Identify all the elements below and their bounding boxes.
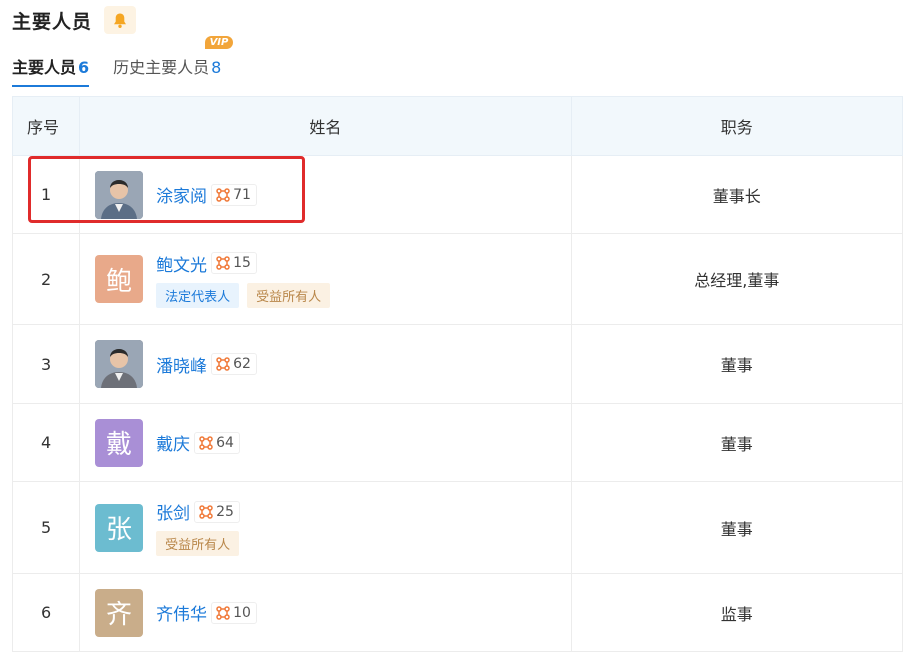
tab-bar: 主要人员 6 历史主要人员 8 VIP: [12, 36, 245, 87]
row-index: 6: [11, 573, 81, 652]
section-header: 主要人员: [12, 6, 137, 34]
table-row: 4 戴戴庆 64 董事: [11, 403, 904, 482]
name-cell: 鲍鲍文光 15 法定代表人 受益所有人: [79, 233, 572, 325]
role-cell: 董事: [570, 324, 904, 404]
network-relation-icon: [216, 357, 230, 371]
table-row: 1 涂家阅 71 董事长: [11, 155, 904, 234]
person-name-link[interactable]: 张剑: [156, 499, 190, 524]
person-info: 潘晓峰 62: [156, 352, 257, 377]
relation-count-badge[interactable]: 62: [211, 353, 257, 375]
name-cell: 齐齐伟华 10: [79, 573, 572, 652]
tab-label: 主要人员: [12, 58, 77, 77]
tab-key-personnel[interactable]: 主要人员 6: [12, 54, 90, 87]
vip-badge: VIP: [204, 36, 234, 49]
role-cell: 董事长: [570, 155, 904, 234]
person-info: 戴庆 64: [156, 430, 240, 455]
name-cell: 张张剑 25 受益所有人: [79, 481, 572, 574]
row-index: 5: [11, 481, 81, 574]
column-header-index: 序号: [11, 96, 81, 156]
avatar-char: 戴: [106, 430, 133, 460]
bell-button[interactable]: [104, 6, 137, 34]
tab-count: 8: [211, 58, 222, 77]
avatar-char: 鲍: [106, 266, 133, 297]
avatar[interactable]: 齐: [95, 588, 144, 637]
person-info: 齐伟华 10: [156, 600, 257, 625]
person-name-link[interactable]: 鲍文光: [156, 251, 207, 276]
role-cell: 总经理,董事: [570, 233, 904, 325]
relation-count: 71: [233, 186, 251, 203]
column-header-name: 姓名: [79, 96, 572, 156]
table-row: 5 张张剑 25 受益所有人 董事: [11, 481, 904, 574]
person-photo: [95, 170, 144, 219]
avatar-char: 齐: [106, 600, 133, 630]
tab-label: 历史主要人员: [113, 58, 210, 77]
name-cell: 戴戴庆 64: [79, 403, 572, 482]
role-cell: 监事: [570, 573, 904, 652]
name-cell: 潘晓峰 62: [79, 324, 572, 404]
tab-history-personnel[interactable]: 历史主要人员 8 VIP: [113, 36, 234, 87]
network-relation-icon: [216, 256, 230, 270]
network-relation-icon: [199, 504, 213, 519]
relation-count: 10: [233, 604, 251, 621]
bell-icon: [114, 13, 127, 28]
row-index: 4: [11, 403, 81, 482]
network-relation-icon: [216, 605, 230, 620]
avatar[interactable]: 鲍: [95, 255, 144, 303]
personnel-table: 序号 姓名 职务 1 涂家阅 71 董事长 2 鲍鲍文光 15 法定代表人 受益所有人 总经理,董…: [11, 96, 904, 652]
tab-count: 6: [78, 58, 90, 77]
avatar[interactable]: 戴: [95, 418, 144, 467]
avatar[interactable]: [95, 340, 144, 388]
relation-count-badge[interactable]: 10: [211, 601, 257, 624]
relation-count: 25: [216, 503, 234, 520]
relation-count-badge[interactable]: 64: [194, 431, 240, 454]
row-index: 2: [11, 233, 81, 325]
avatar-char: 张: [106, 515, 133, 545]
tag-list: 受益所有人: [156, 531, 247, 556]
legal-representative-tag[interactable]: 法定代表人: [156, 282, 240, 308]
relation-count: 62: [233, 356, 251, 372]
avatar[interactable]: 张: [95, 503, 144, 552]
table-header-row: 序号 姓名 职务: [11, 96, 904, 156]
person-name-link[interactable]: 戴庆: [156, 430, 190, 455]
relation-count-badge[interactable]: 71: [211, 183, 257, 206]
tag-list: 法定代表人 受益所有人: [156, 282, 338, 308]
person-name-link[interactable]: 涂家阅: [156, 182, 207, 207]
network-relation-icon: [199, 435, 213, 450]
name-cell: 涂家阅 71: [79, 155, 572, 234]
section-title: 主要人员: [12, 10, 93, 33]
person-info: 张剑 25 受益所有人: [156, 499, 247, 556]
relation-count-badge[interactable]: 25: [194, 500, 240, 523]
relation-count: 15: [233, 255, 251, 271]
person-name-link[interactable]: 潘晓峰: [156, 352, 207, 377]
table-row: 3 潘晓峰 62 董事: [11, 324, 904, 404]
avatar[interactable]: [95, 170, 144, 219]
person-info: 鲍文光 15 法定代表人 受益所有人: [156, 251, 338, 308]
beneficial-owner-tag[interactable]: 受益所有人: [247, 282, 331, 308]
role-cell: 董事: [570, 481, 904, 574]
table-row: 6 齐齐伟华 10 监事: [11, 573, 904, 652]
person-info: 涂家阅 71: [156, 182, 257, 207]
relation-count-badge[interactable]: 15: [211, 252, 257, 274]
row-index: 3: [11, 324, 81, 404]
table-row: 2 鲍鲍文光 15 法定代表人 受益所有人 总经理,董事: [11, 233, 904, 325]
network-relation-icon: [216, 187, 230, 202]
role-cell: 董事: [570, 403, 904, 482]
column-header-role: 职务: [570, 96, 904, 156]
relation-count: 64: [216, 434, 234, 451]
person-photo: [95, 340, 144, 388]
row-index: 1: [11, 155, 81, 234]
person-name-link[interactable]: 齐伟华: [156, 600, 207, 625]
beneficial-owner-tag[interactable]: 受益所有人: [156, 531, 240, 556]
